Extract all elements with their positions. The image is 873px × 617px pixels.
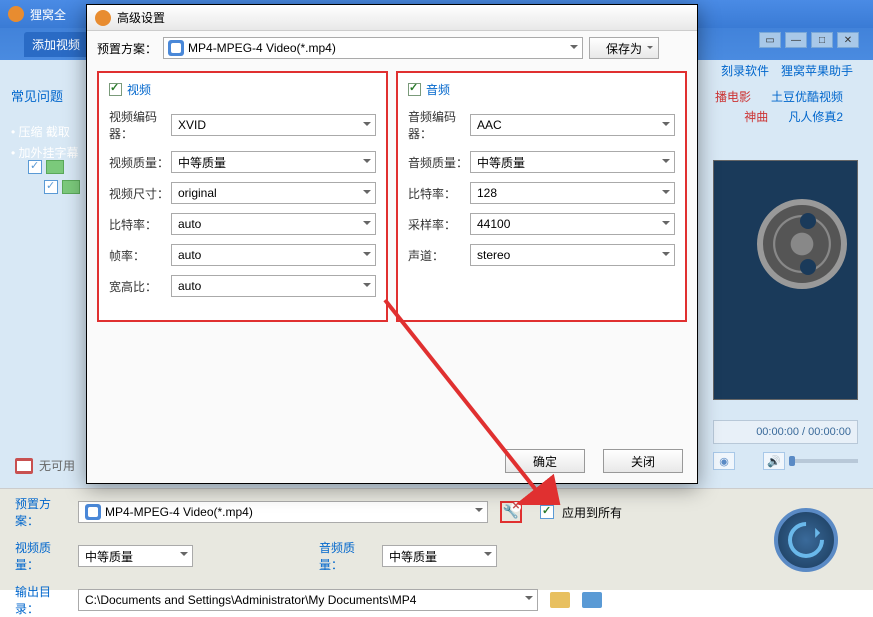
mp4-icon bbox=[168, 40, 184, 56]
link-tudou[interactable]: 土豆优酷视频 bbox=[771, 88, 843, 105]
browse-folder-button[interactable] bbox=[550, 592, 570, 608]
video-encoder-label: 视频编码器： bbox=[109, 108, 171, 142]
audio-sample-select[interactable]: 44100 bbox=[470, 213, 675, 235]
audio-quality-select[interactable]: 中等质量 bbox=[470, 151, 675, 173]
audio-channel-label: 声道： bbox=[408, 247, 470, 264]
dialog-icon bbox=[95, 10, 111, 26]
preset-select[interactable]: MP4-MPEG-4 Video(*.mp4) bbox=[78, 501, 488, 523]
sidebar-compress[interactable]: • 压缩 截取 bbox=[11, 123, 79, 140]
folder-icon bbox=[46, 160, 64, 174]
video-aspect-select[interactable]: auto bbox=[171, 275, 376, 297]
audio-enable-checkbox[interactable] bbox=[408, 83, 421, 96]
status-icon bbox=[15, 458, 33, 474]
time-display: 00:00:00 / 00:00:00 bbox=[713, 420, 858, 444]
app-title: 狸窝全 bbox=[30, 6, 66, 23]
audio-bitrate-label: 比特率： bbox=[408, 185, 470, 202]
video-bitrate-select[interactable]: auto bbox=[171, 213, 376, 235]
video-quality-select[interactable]: 中等质量 bbox=[171, 151, 376, 173]
folder-icon bbox=[62, 180, 80, 194]
wrench-icon: 🔧 bbox=[503, 504, 519, 520]
advanced-settings-dialog: 高级设置 预置方案： MP4-MPEG-4 Video(*.mp4) 保存为 视… bbox=[86, 4, 698, 484]
tree-item-2[interactable] bbox=[44, 180, 85, 194]
snapshot-button[interactable]: ◉ bbox=[713, 452, 735, 470]
file-tree bbox=[10, 160, 85, 200]
aq-label: 音频质量： bbox=[319, 539, 374, 573]
checkbox-icon[interactable] bbox=[44, 180, 58, 194]
audio-encoder-label: 音频编码器： bbox=[408, 108, 470, 142]
link-song[interactable]: 神曲 bbox=[744, 108, 768, 125]
convert-button[interactable] bbox=[774, 508, 838, 572]
apply-all-checkbox[interactable] bbox=[540, 505, 554, 519]
faq-link[interactable]: 常见问题 bbox=[11, 89, 63, 104]
audio-title: 音频 bbox=[426, 81, 450, 98]
apply-all-label: 应用到所有 bbox=[562, 504, 622, 521]
video-fieldset: 视频 视频编码器： XVID 视频质量： 中等质量 视频尺寸： original… bbox=[97, 71, 388, 322]
link-movie[interactable]: 播电影 bbox=[715, 88, 751, 105]
dialog-title: 高级设置 bbox=[117, 9, 165, 26]
modal-preset-label: 预置方案： bbox=[97, 40, 157, 57]
audio-channel-select[interactable]: stereo bbox=[470, 244, 675, 266]
checkbox-icon[interactable] bbox=[28, 160, 42, 174]
preview-pane bbox=[713, 160, 858, 400]
link-burn[interactable]: 刻录软件 bbox=[721, 62, 769, 79]
vq-select[interactable]: 中等质量 bbox=[78, 545, 193, 567]
bottom-panel: 预置方案： MP4-MPEG-4 Video(*.mp4) 🔧 应用到所有 视频… bbox=[0, 488, 873, 590]
vq-label: 视频质量： bbox=[15, 539, 70, 573]
audio-sample-label: 采样率： bbox=[408, 216, 470, 233]
maximize-button[interactable]: □ bbox=[811, 32, 833, 48]
video-aspect-label: 宽高比： bbox=[109, 278, 171, 295]
add-video-tab[interactable]: 添加视频 bbox=[24, 32, 88, 57]
open-folder-button[interactable] bbox=[582, 592, 602, 608]
video-size-select[interactable]: original bbox=[171, 182, 376, 204]
output-label: 输出目录： bbox=[15, 583, 70, 617]
video-fps-label: 帧率： bbox=[109, 247, 171, 264]
close-button[interactable]: 关闭 bbox=[603, 449, 683, 473]
video-enable-checkbox[interactable] bbox=[109, 83, 122, 96]
film-reel-icon bbox=[757, 199, 847, 289]
preset-label: 预置方案： bbox=[15, 495, 70, 529]
ok-button[interactable]: 确定 bbox=[505, 449, 585, 473]
link-game[interactable]: 凡人修真2 bbox=[788, 108, 843, 125]
volume-slider[interactable] bbox=[791, 459, 858, 463]
minimize-button[interactable]: — bbox=[785, 32, 807, 48]
advanced-settings-button[interactable]: 🔧 bbox=[500, 501, 522, 523]
audio-encoder-select[interactable]: AAC bbox=[470, 114, 675, 136]
video-fps-select[interactable]: auto bbox=[171, 244, 376, 266]
dialog-titlebar: 高级设置 bbox=[87, 5, 697, 31]
sidebar-subtitle[interactable]: • 加外挂字幕 bbox=[11, 144, 79, 161]
video-encoder-select[interactable]: XVID bbox=[171, 114, 376, 136]
close-window-button[interactable]: ✕ bbox=[837, 32, 859, 48]
video-quality-label: 视频质量： bbox=[109, 154, 171, 171]
volume-button[interactable]: 🔊 bbox=[763, 452, 785, 470]
tray-button[interactable]: ▭ bbox=[759, 32, 781, 48]
audio-quality-label: 音频质量： bbox=[408, 154, 470, 171]
audio-bitrate-select[interactable]: 128 bbox=[470, 182, 675, 204]
output-path[interactable]: C:\Documents and Settings\Administrator\… bbox=[78, 589, 538, 611]
link-apple[interactable]: 狸窝苹果助手 bbox=[781, 62, 853, 79]
convert-icon bbox=[781, 515, 832, 566]
save-as-button[interactable]: 保存为 bbox=[589, 37, 659, 59]
no-available-status: 无可用 bbox=[15, 457, 75, 474]
mp4-icon bbox=[85, 504, 101, 520]
aq-select[interactable]: 中等质量 bbox=[382, 545, 497, 567]
app-logo-icon bbox=[8, 6, 24, 22]
tree-item-1[interactable] bbox=[28, 160, 85, 174]
audio-fieldset: 音频 音频编码器： AAC 音频质量： 中等质量 比特率： 128 采样率： 4… bbox=[396, 71, 687, 322]
video-title: 视频 bbox=[127, 81, 151, 98]
video-bitrate-label: 比特率： bbox=[109, 216, 171, 233]
modal-preset-select[interactable]: MP4-MPEG-4 Video(*.mp4) bbox=[163, 37, 583, 59]
video-size-label: 视频尺寸： bbox=[109, 185, 171, 202]
